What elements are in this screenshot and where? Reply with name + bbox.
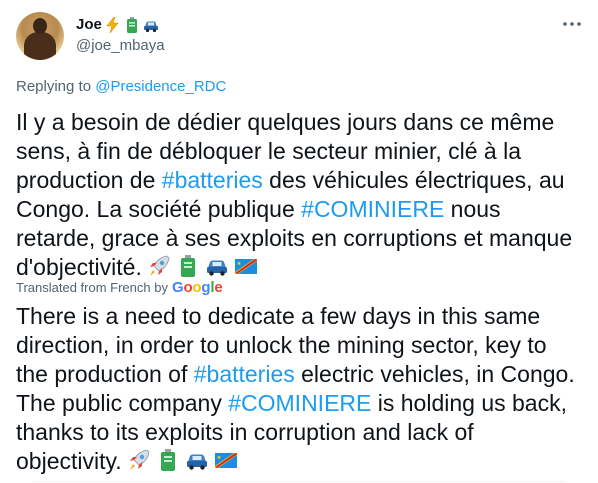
divider xyxy=(32,481,566,482)
hashtag-link[interactable]: #batteries xyxy=(194,361,295,387)
reply-prefix: Replying to xyxy=(16,78,92,95)
hashtag-link[interactable]: #COMINIERE xyxy=(301,196,444,222)
reply-context: Replying to @Presidence_RDC xyxy=(16,77,226,97)
battery-icon xyxy=(160,449,175,471)
google-logo: Google xyxy=(171,279,223,296)
emoji-sequence xyxy=(126,448,239,472)
avatar[interactable] xyxy=(16,12,64,60)
translated-text: There is a need to dedicate a few days i… xyxy=(16,302,582,476)
lightning-icon xyxy=(106,17,119,33)
translation-attribution[interactable]: Translated from French by Google xyxy=(16,279,223,296)
more-horizontal-icon xyxy=(563,22,581,26)
hashtag-link[interactable]: #COMINIERE xyxy=(228,390,371,416)
battery-icon xyxy=(180,255,195,277)
emoji-sequence xyxy=(146,254,259,278)
battery-icon xyxy=(126,17,137,33)
drc-flag-icon xyxy=(214,453,237,468)
rocket-icon xyxy=(149,255,170,276)
author-name[interactable]: Joe xyxy=(76,15,102,35)
more-options-button[interactable] xyxy=(560,14,584,34)
author-handle[interactable]: @joe_mbaya xyxy=(76,36,165,56)
translation-label: Translated from French by xyxy=(16,280,168,295)
reply-mention-link[interactable]: @Presidence_RDC xyxy=(95,78,226,95)
drc-flag-icon xyxy=(234,259,257,274)
car-icon xyxy=(143,21,158,33)
car-icon xyxy=(206,260,227,276)
hashtag-link[interactable]: #batteries xyxy=(162,167,263,193)
tweet-text: Il y a besoin de dédier quelques jours d… xyxy=(16,108,582,282)
car-icon xyxy=(186,454,207,470)
rocket-icon xyxy=(129,449,150,470)
author-name-row[interactable]: Joe xyxy=(76,15,159,35)
